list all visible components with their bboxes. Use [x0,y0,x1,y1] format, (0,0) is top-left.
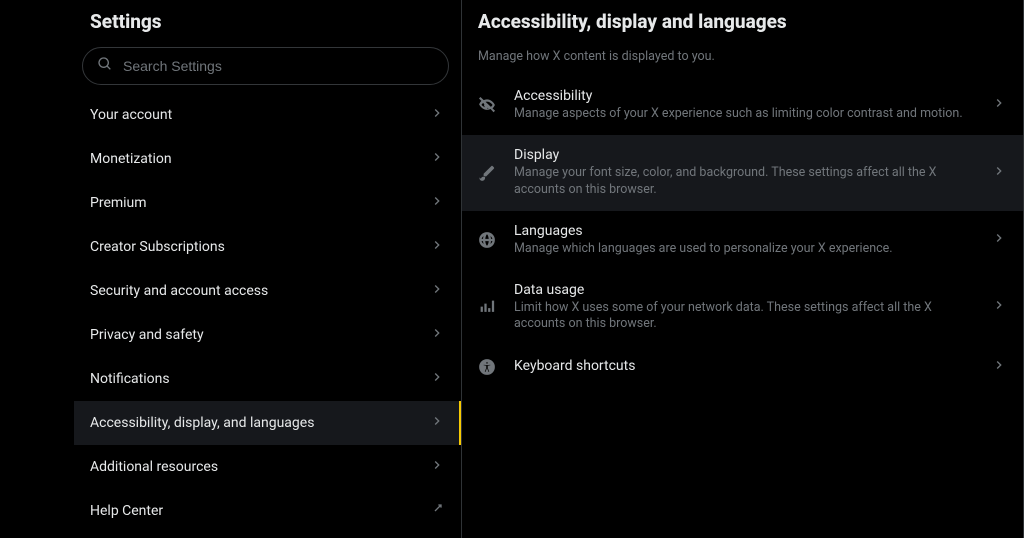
option-title: Keyboard shortcuts [514,358,973,374]
detail-subtitle: Manage how X content is displayed to you… [462,39,1023,76]
sidebar-item-label: Security and account access [90,283,268,299]
sidebar-item-label: Accessibility, display, and languages [90,415,314,431]
accessibility-person-icon [478,358,496,376]
option-description: Manage aspects of your X experience such… [514,106,973,123]
option-title: Languages [514,223,973,239]
option-accessibility[interactable]: Accessibility Manage aspects of your X ex… [462,76,1023,135]
eye-off-icon [478,96,496,114]
chevron-right-icon [991,95,1007,115]
sidebar-item-label: Help Center [90,503,163,519]
external-link-icon [429,501,445,521]
option-title: Accessibility [514,88,973,104]
sidebar-item-label: Notifications [90,371,170,387]
detail-title: Accessibility, display and languages [478,10,1007,33]
sidebar-item-accessibility-display-and-languages[interactable]: Accessibility, display, and languages [74,401,461,445]
settings-sidebar: Settings Your account Monetization Premium… [74,0,462,538]
sidebar-item-label: Privacy and safety [90,327,204,343]
sidebar-item-label: Premium [90,195,147,211]
sidebar-item-monetization[interactable]: Monetization [74,137,461,181]
chevron-right-icon [429,413,445,433]
chevron-right-icon [991,297,1007,317]
page-title: Settings [90,10,445,33]
chevron-right-icon [429,281,445,301]
bars-icon [478,298,496,316]
option-data-usage[interactable]: Data usage Limit how X uses some of your … [462,270,1023,346]
search-input[interactable] [123,58,434,74]
chevron-right-icon [429,105,445,125]
sidebar-item-label: Creator Subscriptions [90,239,225,255]
chevron-right-icon [429,369,445,389]
sidebar-item-notifications[interactable]: Notifications [74,357,461,401]
option-languages[interactable]: Languages Manage which languages are used… [462,211,1023,270]
sidebar-item-security-and-account-access[interactable]: Security and account access [74,269,461,313]
chevron-right-icon [429,193,445,213]
settings-detail: Accessibility, display and languages Man… [462,0,1024,538]
search-icon [97,56,113,76]
chevron-right-icon [429,149,445,169]
option-description: Manage which languages are used to perso… [514,241,973,258]
chevron-right-icon [991,357,1007,377]
sidebar-item-premium[interactable]: Premium [74,181,461,225]
option-description: Limit how X uses some of your network da… [514,300,973,334]
sidebar-item-creator-subscriptions[interactable]: Creator Subscriptions [74,225,461,269]
option-display[interactable]: Display Manage your font size, color, and… [462,135,1023,211]
sidebar-item-help-center[interactable]: Help Center [74,489,461,533]
option-title: Data usage [514,282,973,298]
option-keyboard-shortcuts[interactable]: Keyboard shortcuts [462,345,1023,389]
sidebar-item-additional-resources[interactable]: Additional resources [74,445,461,489]
sidebar-item-label: Your account [90,107,172,123]
chevron-right-icon [991,230,1007,250]
globe-icon [478,231,496,249]
chevron-right-icon [429,237,445,257]
search-settings[interactable] [82,47,449,85]
sidebar-item-label: Monetization [90,151,172,167]
chevron-right-icon [429,457,445,477]
option-description: Manage your font size, color, and backgr… [514,165,973,199]
sidebar-item-privacy-and-safety[interactable]: Privacy and safety [74,313,461,357]
sidebar-item-label: Additional resources [90,459,218,475]
chevron-right-icon [429,325,445,345]
sidebar-item-your-account[interactable]: Your account [74,93,461,137]
chevron-right-icon [991,163,1007,183]
brush-icon [478,164,496,182]
option-title: Display [514,147,973,163]
